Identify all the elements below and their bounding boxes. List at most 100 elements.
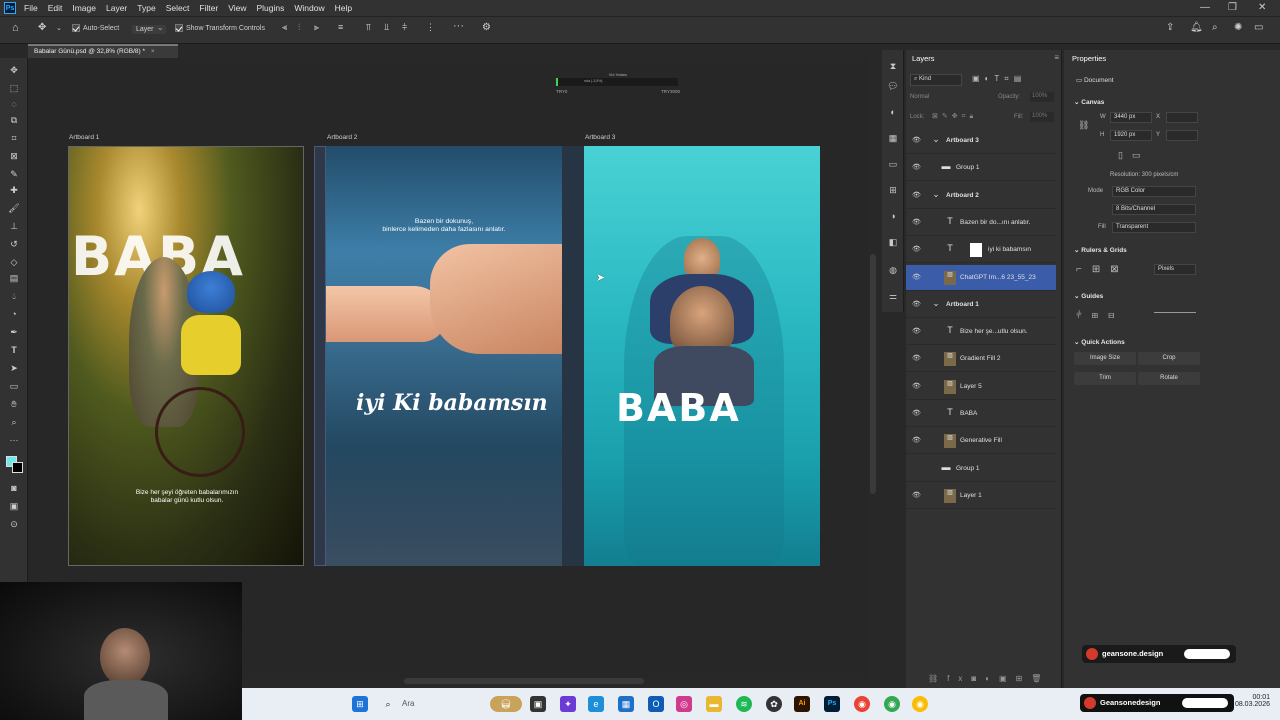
search-icon[interactable]: ⌕ (1212, 22, 1218, 33)
share-icon[interactable]: ⇪ (1166, 22, 1174, 33)
quick-actions-header[interactable]: ⌄ Quick Actions (1074, 338, 1125, 346)
search-icon[interactable]: ⌕ (380, 696, 396, 712)
more-options-icon[interactable]: ··· (453, 20, 464, 32)
layers-panel-title[interactable]: Layers (912, 54, 935, 63)
swatches-icon[interactable]: ▦ (887, 132, 899, 144)
align-middle-icon[interactable]: ⫫ (384, 22, 389, 33)
bell-icon[interactable]: 🔔︎ (1190, 22, 1203, 33)
layer-row[interactable]: 👁︎ T Bize her şe...utlu olsun. (906, 319, 1056, 346)
landscape-orientation-icon[interactable]: ▭ (1132, 150, 1141, 161)
vertical-scrollbar[interactable] (870, 254, 876, 494)
close-tab-icon[interactable]: × (151, 48, 155, 55)
layer-row[interactable]: 👁︎ ⌄ Artboard 1 (906, 292, 1056, 318)
outlook-icon[interactable]: O (648, 696, 664, 712)
path-select-icon[interactable]: ➤ (7, 362, 21, 374)
edge-icon[interactable]: e (588, 696, 604, 712)
menu-plugins[interactable]: Plugins (256, 3, 284, 13)
y-field[interactable] (1166, 130, 1198, 141)
portrait-orientation-icon[interactable]: ▯ (1118, 150, 1123, 161)
history-brush-icon[interactable]: ↺ (7, 238, 21, 250)
guides-header[interactable]: ⌄ Guides (1074, 292, 1103, 300)
eraser-icon[interactable]: ◇ (7, 256, 21, 268)
workspace-icon[interactable]: ▭ (1254, 22, 1263, 33)
layer-row[interactable]: 👁︎ ▬ Group 1 (906, 155, 1056, 182)
lasso-tool-icon[interactable]: ◌ (7, 98, 21, 110)
menu-window[interactable]: Window (294, 3, 324, 13)
gear-icon[interactable]: ⚙ (482, 22, 491, 33)
rectangle-tool-icon[interactable]: ▭ (7, 380, 21, 392)
show-transform-checkbox[interactable]: Show Transform Controls (175, 24, 265, 32)
eye-icon[interactable]: 👁︎ (912, 354, 921, 362)
history-icon[interactable]: ⧗ (887, 60, 899, 72)
layer-row[interactable]: ▬ Group 1 (906, 456, 1056, 482)
clock[interactable]: 00:01 08.03.2026 (1235, 694, 1270, 708)
trim-button[interactable]: Trim (1074, 372, 1136, 385)
align-top-icon[interactable]: ⫪ (366, 22, 371, 33)
menu-select[interactable]: Select (166, 3, 190, 13)
zoom-tool-icon[interactable]: ⌕ (7, 416, 21, 428)
menu-edit[interactable]: Edit (48, 3, 63, 13)
move-tool-icon[interactable]: ✥ (7, 64, 21, 76)
eye-icon[interactable]: 👁︎ (912, 436, 921, 444)
x-field[interactable] (1166, 112, 1198, 123)
color-swatch[interactable] (4, 454, 24, 474)
taskbar-search-input[interactable]: Ara (402, 699, 414, 708)
illustrator-icon[interactable]: Ai (794, 696, 810, 712)
width-field[interactable]: 3440 px (1110, 112, 1152, 123)
layer-row[interactable]: 👁︎ ▨ ChatGPT Im...6 23_55_23 (906, 264, 1056, 291)
layer-row[interactable]: 👁︎ Tiyi ki babamsın (906, 237, 1056, 264)
marquee-tool-icon[interactable]: ⬚ (7, 82, 21, 94)
artboard-1-label[interactable]: Artboard 1 (69, 134, 99, 141)
layer-row[interactable]: 👁︎ ▨ Layer 1 (906, 483, 1056, 509)
davinci-icon[interactable]: ✿ (766, 696, 782, 712)
layer-row[interactable]: 👁︎ ⌄ Artboard 2 (906, 183, 1056, 209)
bit-depth-dropdown[interactable]: 8 Bits/Channel (1112, 204, 1196, 215)
rotate-button[interactable]: Rotate (1138, 372, 1200, 385)
artboard-3-label[interactable]: Artboard 3 (585, 134, 615, 141)
task-view-icon[interactable]: ▣ (530, 696, 546, 712)
chrome-profile-3-icon[interactable]: ◉ (912, 696, 928, 712)
panel-menu-icon[interactable]: ≡ (1054, 53, 1059, 62)
hand-tool-icon[interactable]: ✋︎ (7, 398, 21, 410)
dodge-tool-icon[interactable]: ◔ (7, 308, 21, 320)
discover-icon[interactable]: ✺ (1234, 22, 1242, 33)
guide-icons[interactable]: ⫩⊞⊟ (1076, 310, 1124, 321)
eye-icon[interactable]: 👁︎ (912, 136, 921, 144)
photoshop-taskbar-icon[interactable]: Ps (824, 696, 840, 712)
distribute-icon[interactable]: ≡ (338, 22, 343, 32)
horizontal-scrollbar[interactable] (404, 678, 644, 684)
crop-button[interactable]: Crop (1138, 352, 1200, 365)
layer-row[interactable]: 👁︎ ⌄ Artboard 3 (906, 128, 1056, 154)
instagram-icon[interactable]: ◎ (676, 696, 692, 712)
eye-icon[interactable]: 👁︎ (912, 327, 921, 335)
edit-toolbar-icon[interactable]: ⊙ (7, 518, 21, 530)
properties-panel-title[interactable]: Properties (1072, 54, 1106, 63)
layer-row[interactable]: 👁︎ T Bazen bir do...ını anlatır. (906, 210, 1056, 236)
menu-image[interactable]: Image (72, 3, 96, 13)
copilot-icon[interactable]: ✦ (560, 696, 576, 712)
comments-icon[interactable]: 💬︎ (887, 80, 899, 92)
units-dropdown[interactable]: Pixels (1154, 264, 1196, 275)
eyedropper-icon[interactable]: ✎ (7, 168, 21, 180)
blend-mode-dropdown[interactable]: Normal (910, 94, 929, 100)
widgets-icon[interactable]: 🍔︎ (490, 696, 522, 712)
brush-tool-icon[interactable]: 🖌︎ (7, 202, 21, 214)
chevron-down-icon[interactable]: ⌄ (56, 24, 62, 32)
windows-start-icon[interactable]: ⊞ (352, 696, 368, 712)
menu-file[interactable]: File (24, 3, 38, 13)
ruler-grid-icons[interactable]: ⌐⊞⊠ (1076, 264, 1129, 275)
layer-row[interactable]: 👁︎ ▨ Gradient Fill 2 (906, 346, 1056, 373)
artboard-2[interactable]: Bazen bir dokunuş, binlerce kelimeden da… (326, 146, 562, 566)
canvas-header[interactable]: ⌄ Canvas (1074, 98, 1104, 106)
eye-icon[interactable]: 👁︎ (912, 163, 921, 171)
document-tab[interactable]: Babalar Günü.psd @ 32,8% (RGB/8) * × (28, 44, 178, 58)
layer-filter-icons[interactable]: ▣◐T⌗▤ (972, 74, 1026, 84)
layer-actions[interactable]: ⛓fx◙◐▣⊞🗑︎ (928, 674, 1050, 683)
rulers-header[interactable]: ⌄ Rulers & Grids (1074, 246, 1127, 254)
layer-row[interactable]: 👁︎ ▨ Generative Fill (906, 428, 1056, 455)
menu-view[interactable]: View (228, 3, 246, 13)
type-tool-icon[interactable]: T (7, 344, 21, 356)
libraries-icon[interactable]: ▭ (887, 158, 899, 170)
fill-field[interactable]: 100% (1030, 112, 1054, 122)
align-left-icon[interactable]: ⫷ (282, 22, 287, 33)
